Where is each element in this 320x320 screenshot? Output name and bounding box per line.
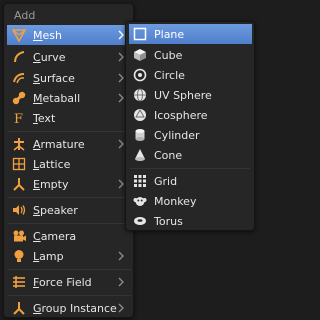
- submenu-item-grid[interactable]: Grid: [129, 171, 252, 191]
- menu-item-label: Lamp: [33, 249, 64, 263]
- submenu-item-uv-sphere[interactable]: UV Sphere: [129, 85, 252, 105]
- icosphere-icon: [133, 108, 147, 122]
- torus-icon: [133, 214, 147, 228]
- submenu-item-cone[interactable]: Cone: [129, 145, 252, 165]
- menu-item-camera[interactable]: Camera: [7, 226, 133, 246]
- menu-item-text[interactable]: F Text: [7, 108, 133, 128]
- menu-item-speaker[interactable]: Speaker: [7, 200, 133, 220]
- menu-item-label: Curve: [33, 50, 66, 64]
- empty-icon: [12, 177, 26, 191]
- plane-icon: [133, 27, 147, 41]
- monkey-icon: [133, 194, 147, 208]
- menu-item-lamp[interactable]: Lamp: [7, 246, 133, 266]
- submenu-divider: [130, 168, 250, 169]
- menu-item-curve[interactable]: Curve: [7, 47, 133, 67]
- submenu-item-cube[interactable]: Cube: [129, 45, 252, 65]
- submenu-item-cylinder[interactable]: Cylinder: [129, 125, 252, 145]
- menu-item-label: Mesh: [33, 28, 62, 42]
- menu-item-force-field[interactable]: Force Field: [7, 272, 133, 292]
- menu-divider: [8, 197, 131, 198]
- submenu-item-circle[interactable]: Circle: [129, 65, 252, 85]
- submenu-item-plane[interactable]: Plane: [129, 24, 252, 44]
- submenu-item-label: Torus: [154, 214, 183, 228]
- grid-icon: [133, 174, 147, 188]
- menu-item-lattice[interactable]: Lattice: [7, 154, 133, 174]
- text-icon: F: [12, 111, 26, 125]
- submenu-item-label: UV Sphere: [154, 88, 212, 102]
- menu-item-label: Text: [33, 111, 56, 125]
- add-menu: Add Mesh Curve Surface Metaball F Text A…: [3, 3, 134, 318]
- cone-icon: [133, 148, 147, 162]
- cube-icon: [133, 48, 147, 62]
- menu-item-label: Lattice: [33, 157, 71, 171]
- menu-divider: [8, 269, 131, 270]
- lattice-icon: [12, 157, 26, 171]
- mesh-submenu: Plane Cube Circle UV Sphere Icosphere Cy…: [125, 21, 255, 231]
- menu-item-surface[interactable]: Surface: [7, 68, 133, 88]
- menu-item-label: Speaker: [33, 203, 78, 217]
- submenu-item-label: Grid: [154, 174, 178, 188]
- menu-divider: [8, 223, 131, 224]
- submenu-item-label: Circle: [154, 68, 185, 82]
- menu-item-label: Metaball: [33, 91, 81, 105]
- submenu-item-torus[interactable]: Torus: [129, 211, 252, 231]
- menu-title: Add: [14, 9, 36, 22]
- submenu-item-label: Icosphere: [154, 108, 208, 122]
- mesh-icon: [12, 28, 26, 42]
- menu-item-label: Camera: [33, 229, 77, 243]
- cylinder-icon: [133, 128, 147, 142]
- chevron-right-icon: [115, 302, 127, 314]
- submenu-item-label: Cylinder: [154, 128, 200, 142]
- metaball-icon: [12, 91, 26, 105]
- curve-icon: [12, 50, 26, 64]
- menu-item-empty[interactable]: Empty: [7, 174, 133, 194]
- menu-item-mesh[interactable]: Mesh: [7, 25, 133, 45]
- menu-item-metaball[interactable]: Metaball: [7, 88, 133, 108]
- svg-text:F: F: [14, 112, 23, 125]
- menu-item-label: Group Instance: [33, 301, 117, 315]
- chevron-right-icon: [115, 276, 127, 288]
- submenu-item-label: Plane: [154, 27, 185, 41]
- submenu-item-monkey[interactable]: Monkey: [129, 191, 252, 211]
- submenu-item-label: Cone: [154, 148, 183, 162]
- menu-divider: [8, 131, 131, 132]
- menu-item-label: Empty: [33, 177, 69, 191]
- submenu-item-label: Cube: [154, 48, 183, 62]
- menu-item-label: Force Field: [33, 275, 92, 289]
- menu-item-label: Armature: [33, 137, 85, 151]
- camera-icon: [12, 229, 26, 243]
- submenu-item-icosphere[interactable]: Icosphere: [129, 105, 252, 125]
- menu-item-label: Surface: [33, 71, 75, 85]
- uv-sphere-icon: [133, 88, 147, 102]
- circle-icon: [133, 68, 147, 82]
- force-field-icon: [12, 275, 26, 289]
- armature-icon: [12, 137, 26, 151]
- surface-icon: [12, 71, 26, 85]
- group-instance-icon: [12, 301, 26, 315]
- lamp-icon: [12, 249, 26, 263]
- submenu-item-label: Monkey: [154, 194, 197, 208]
- speaker-icon: [12, 203, 26, 217]
- menu-item-group-instance[interactable]: Group Instance: [7, 298, 133, 318]
- chevron-right-icon: [115, 250, 127, 262]
- menu-divider: [8, 295, 131, 296]
- menu-item-armature[interactable]: Armature: [7, 134, 133, 154]
